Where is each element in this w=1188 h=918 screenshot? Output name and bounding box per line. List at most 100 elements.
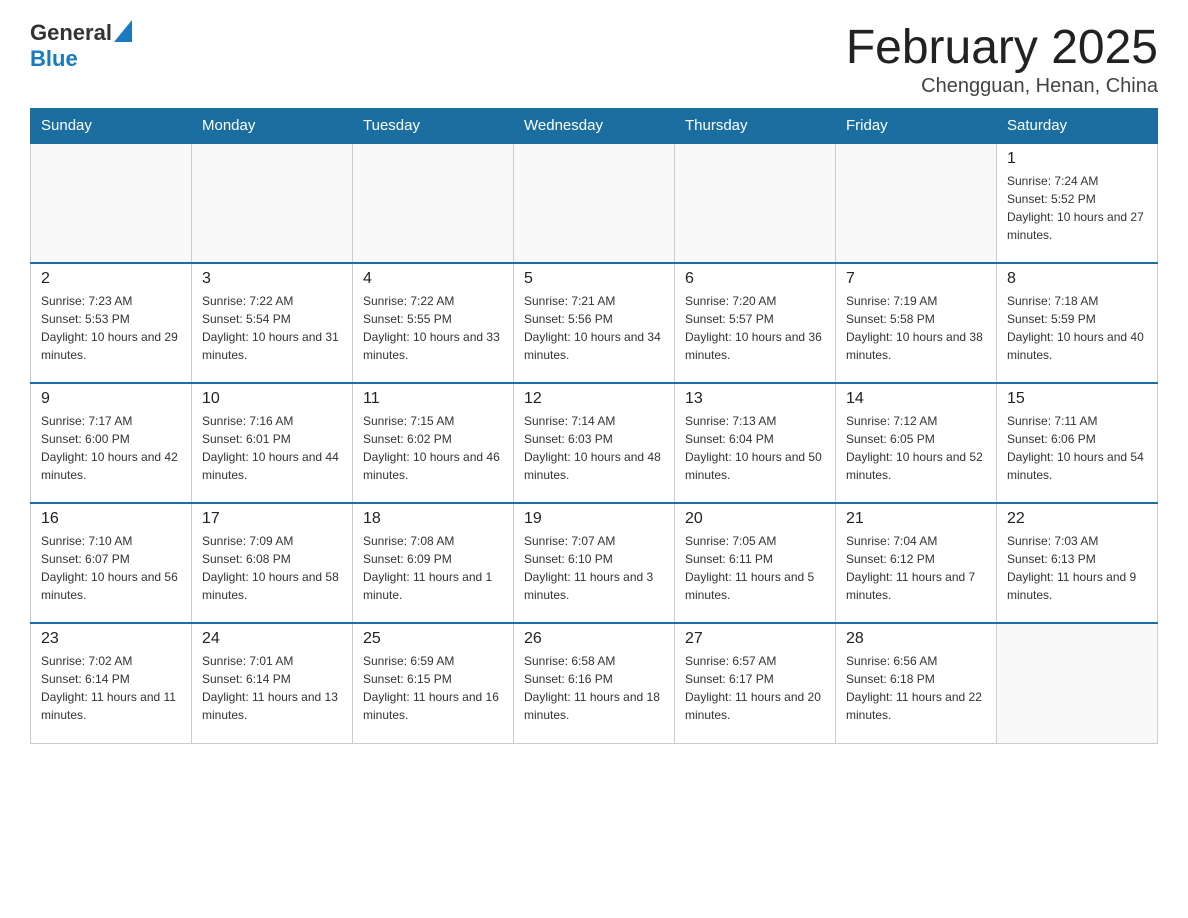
calendar-cell: 20 Sunrise: 7:05 AM Sunset: 6:11 PM Dayli… <box>675 503 836 623</box>
calendar-cell: 18 Sunrise: 7:08 AM Sunset: 6:09 PM Dayli… <box>353 503 514 623</box>
calendar-cell: 7 Sunrise: 7:19 AM Sunset: 5:58 PM Daylig… <box>836 263 997 383</box>
day-info: Sunrise: 7:23 AM Sunset: 5:53 PM Dayligh… <box>41 292 181 364</box>
calendar-cell: 2Sunrise: 7:23 AM Sunset: 5:53 PM Daylig… <box>31 263 192 383</box>
calendar-cell: 24 Sunrise: 7:01 AM Sunset: 6:14 PM Dayli… <box>192 623 353 743</box>
calendar-cell: 1 Sunrise: 7:24 AM Sunset: 5:52 PM Daylig… <box>997 143 1158 263</box>
day-info: Sunrise: 7:09 AM Sunset: 6:08 PM Dayligh… <box>202 532 342 604</box>
day-info: Sunrise: 7:10 AM Sunset: 6:07 PM Dayligh… <box>41 532 181 604</box>
calendar-week-row: 1 Sunrise: 7:24 AM Sunset: 5:52 PM Daylig… <box>31 143 1158 263</box>
calendar-week-row: 2Sunrise: 7:23 AM Sunset: 5:53 PM Daylig… <box>31 263 1158 383</box>
day-info: Sunrise: 7:21 AM Sunset: 5:56 PM Dayligh… <box>524 292 664 364</box>
day-number: 20 <box>685 510 825 528</box>
calendar-cell: 4 Sunrise: 7:22 AM Sunset: 5:55 PM Daylig… <box>353 263 514 383</box>
day-info: Sunrise: 6:59 AM Sunset: 6:15 PM Dayligh… <box>363 652 503 724</box>
calendar-cell: 5 Sunrise: 7:21 AM Sunset: 5:56 PM Daylig… <box>514 263 675 383</box>
day-info: Sunrise: 6:58 AM Sunset: 6:16 PM Dayligh… <box>524 652 664 724</box>
day-info: Sunrise: 7:22 AM Sunset: 5:54 PM Dayligh… <box>202 292 342 364</box>
day-number: 6 <box>685 270 825 288</box>
day-info: Sunrise: 7:08 AM Sunset: 6:09 PM Dayligh… <box>363 532 503 604</box>
calendar-cell: 25 Sunrise: 6:59 AM Sunset: 6:15 PM Dayli… <box>353 623 514 743</box>
day-number: 12 <box>524 390 664 408</box>
day-number: 24 <box>202 630 342 648</box>
calendar-cell: 22Sunrise: 7:03 AM Sunset: 6:13 PM Dayli… <box>997 503 1158 623</box>
page-header: General Blue February 2025 Chengguan, He… <box>30 20 1158 98</box>
day-info: Sunrise: 7:12 AM Sunset: 6:05 PM Dayligh… <box>846 412 986 484</box>
day-number: 10 <box>202 390 342 408</box>
calendar-cell: 14 Sunrise: 7:12 AM Sunset: 6:05 PM Dayli… <box>836 383 997 503</box>
calendar-table: SundayMondayTuesdayWednesdayThursdayFrid… <box>30 108 1158 744</box>
day-info: Sunrise: 7:02 AM Sunset: 6:14 PM Dayligh… <box>41 652 181 724</box>
day-number: 3 <box>202 270 342 288</box>
day-number: 16 <box>41 510 181 528</box>
day-number: 17 <box>202 510 342 528</box>
day-number: 9 <box>41 390 181 408</box>
month-title: February 2025 <box>846 20 1158 75</box>
day-number: 25 <box>363 630 503 648</box>
calendar-cell <box>31 143 192 263</box>
calendar-cell <box>836 143 997 263</box>
day-info: Sunrise: 7:16 AM Sunset: 6:01 PM Dayligh… <box>202 412 342 484</box>
day-info: Sunrise: 7:05 AM Sunset: 6:11 PM Dayligh… <box>685 532 825 604</box>
day-info: Sunrise: 7:11 AM Sunset: 6:06 PM Dayligh… <box>1007 412 1147 484</box>
logo: General Blue <box>30 20 132 72</box>
day-info: Sunrise: 7:19 AM Sunset: 5:58 PM Dayligh… <box>846 292 986 364</box>
calendar-cell: 9 Sunrise: 7:17 AM Sunset: 6:00 PM Daylig… <box>31 383 192 503</box>
day-info: Sunrise: 7:13 AM Sunset: 6:04 PM Dayligh… <box>685 412 825 484</box>
day-number: 5 <box>524 270 664 288</box>
day-info: Sunrise: 7:15 AM Sunset: 6:02 PM Dayligh… <box>363 412 503 484</box>
day-info: Sunrise: 6:56 AM Sunset: 6:18 PM Dayligh… <box>846 652 986 724</box>
calendar-header-friday: Friday <box>836 109 997 144</box>
calendar-cell: 8Sunrise: 7:18 AM Sunset: 5:59 PM Daylig… <box>997 263 1158 383</box>
day-number: 14 <box>846 390 986 408</box>
day-info: Sunrise: 7:22 AM Sunset: 5:55 PM Dayligh… <box>363 292 503 364</box>
calendar-cell: 23 Sunrise: 7:02 AM Sunset: 6:14 PM Dayli… <box>31 623 192 743</box>
calendar-cell: 6 Sunrise: 7:20 AM Sunset: 5:57 PM Daylig… <box>675 263 836 383</box>
day-number: 18 <box>363 510 503 528</box>
calendar-cell: 16 Sunrise: 7:10 AM Sunset: 6:07 PM Dayli… <box>31 503 192 623</box>
day-number: 27 <box>685 630 825 648</box>
day-number: 28 <box>846 630 986 648</box>
day-number: 13 <box>685 390 825 408</box>
day-number: 1 <box>1007 150 1147 168</box>
day-number: 15 <box>1007 390 1147 408</box>
day-number: 4 <box>363 270 503 288</box>
day-info: Sunrise: 7:07 AM Sunset: 6:10 PM Dayligh… <box>524 532 664 604</box>
logo-blue-text: Blue <box>30 46 78 72</box>
day-info: Sunrise: 7:18 AM Sunset: 5:59 PM Dayligh… <box>1007 292 1147 364</box>
calendar-week-row: 23 Sunrise: 7:02 AM Sunset: 6:14 PM Dayli… <box>31 623 1158 743</box>
calendar-cell: 26 Sunrise: 6:58 AM Sunset: 6:16 PM Dayli… <box>514 623 675 743</box>
calendar-cell: 3 Sunrise: 7:22 AM Sunset: 5:54 PM Daylig… <box>192 263 353 383</box>
calendar-cell <box>192 143 353 263</box>
calendar-header-saturday: Saturday <box>997 109 1158 144</box>
calendar-cell: 19 Sunrise: 7:07 AM Sunset: 6:10 PM Dayli… <box>514 503 675 623</box>
calendar-header-thursday: Thursday <box>675 109 836 144</box>
day-info: Sunrise: 6:57 AM Sunset: 6:17 PM Dayligh… <box>685 652 825 724</box>
day-number: 19 <box>524 510 664 528</box>
location-title: Chengguan, Henan, China <box>846 75 1158 98</box>
calendar-cell: 13 Sunrise: 7:13 AM Sunset: 6:04 PM Dayli… <box>675 383 836 503</box>
day-info: Sunrise: 7:01 AM Sunset: 6:14 PM Dayligh… <box>202 652 342 724</box>
calendar-cell: 27 Sunrise: 6:57 AM Sunset: 6:17 PM Dayli… <box>675 623 836 743</box>
day-number: 11 <box>363 390 503 408</box>
day-info: Sunrise: 7:14 AM Sunset: 6:03 PM Dayligh… <box>524 412 664 484</box>
day-info: Sunrise: 7:20 AM Sunset: 5:57 PM Dayligh… <box>685 292 825 364</box>
calendar-cell: 15 Sunrise: 7:11 AM Sunset: 6:06 PM Dayli… <box>997 383 1158 503</box>
day-number: 22 <box>1007 510 1147 528</box>
day-number: 26 <box>524 630 664 648</box>
calendar-cell <box>514 143 675 263</box>
logo-triangle-icon <box>114 20 132 42</box>
day-info: Sunrise: 7:24 AM Sunset: 5:52 PM Dayligh… <box>1007 172 1147 244</box>
calendar-cell: 28 Sunrise: 6:56 AM Sunset: 6:18 PM Dayli… <box>836 623 997 743</box>
calendar-cell: 17 Sunrise: 7:09 AM Sunset: 6:08 PM Dayli… <box>192 503 353 623</box>
logo-general-text: General <box>30 20 112 46</box>
day-info: Sunrise: 7:04 AM Sunset: 6:12 PM Dayligh… <box>846 532 986 604</box>
day-number: 7 <box>846 270 986 288</box>
day-info: Sunrise: 7:17 AM Sunset: 6:00 PM Dayligh… <box>41 412 181 484</box>
calendar-cell <box>353 143 514 263</box>
calendar-cell: 10 Sunrise: 7:16 AM Sunset: 6:01 PM Dayli… <box>192 383 353 503</box>
calendar-cell: 11 Sunrise: 7:15 AM Sunset: 6:02 PM Dayli… <box>353 383 514 503</box>
day-number: 23 <box>41 630 181 648</box>
calendar-header-sunday: Sunday <box>31 109 192 144</box>
calendar-header-monday: Monday <box>192 109 353 144</box>
calendar-week-row: 9 Sunrise: 7:17 AM Sunset: 6:00 PM Daylig… <box>31 383 1158 503</box>
